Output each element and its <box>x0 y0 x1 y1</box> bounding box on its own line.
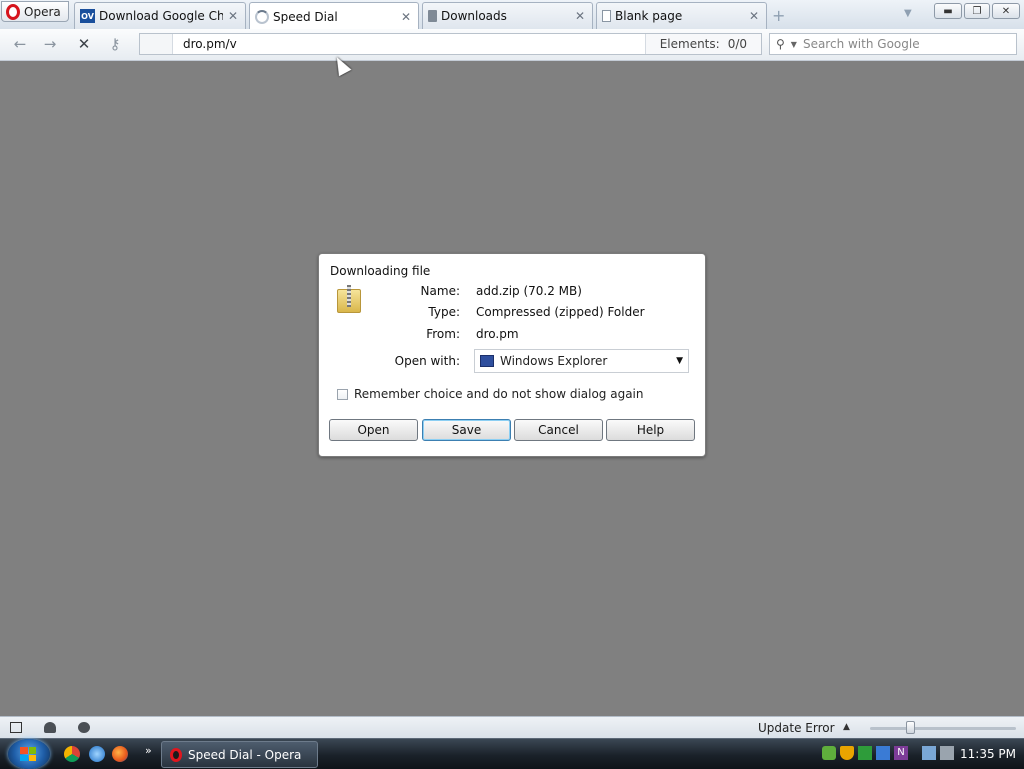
quick-launch-overflow-icon[interactable]: » <box>145 744 152 757</box>
opera-menu-button[interactable]: Opera <box>1 1 69 22</box>
taskbar: » Speed Dial - Opera N 11:35 PM <box>0 738 1024 769</box>
tab-label: Blank page <box>615 9 683 23</box>
restore-button[interactable]: ❐ <box>964 3 990 19</box>
address-url[interactable]: dro.pm/v <box>173 37 645 51</box>
dropdown-chevron-down-icon[interactable]: ▼ <box>676 356 683 366</box>
tab-speed-dial[interactable]: Speed Dial ✕ <box>249 2 419 30</box>
speedometer-icon[interactable] <box>78 722 90 733</box>
close-window-button[interactable]: ✕ <box>992 3 1020 19</box>
app-tray-icon[interactable] <box>876 746 890 760</box>
security-shield-icon[interactable] <box>840 746 854 760</box>
back-arrow-icon[interactable]: ← <box>10 35 30 53</box>
chrome-icon[interactable] <box>64 746 80 762</box>
onenote-icon[interactable]: N <box>894 746 908 760</box>
display-tray-icon[interactable] <box>922 746 936 760</box>
tab-list-chevron-down-icon[interactable]: ▼ <box>904 8 912 19</box>
taskbar-opera-window[interactable]: Speed Dial - Opera <box>161 741 318 768</box>
network-tray-icon[interactable] <box>822 746 836 760</box>
name-value: add.zip (70.2 MB) <box>476 284 582 298</box>
open-with-select[interactable]: Windows Explorer ▼ <box>474 349 689 373</box>
help-button[interactable]: Help <box>606 419 695 441</box>
open-button[interactable]: Open <box>329 419 418 441</box>
name-label: Name: <box>420 284 460 298</box>
search-field[interactable]: ⚲ ▼ Search with Google <box>769 33 1017 55</box>
update-status[interactable]: Update Error <box>758 721 835 735</box>
downloads-icon <box>428 10 437 22</box>
blank-page-icon <box>602 10 611 22</box>
close-tab-icon[interactable]: ✕ <box>227 9 239 23</box>
tab-label: Speed Dial <box>273 9 338 24</box>
download-dialog: Downloading file Name: add.zip (70.2 MB)… <box>318 253 706 457</box>
loading-spinner-icon <box>255 9 269 24</box>
navigation-bar: ← → ✕ ⚷ dro.pm/v Elements: 0/0 ⚲ ▼ Searc… <box>0 29 1024 61</box>
search-placeholder[interactable]: Search with Google <box>803 37 920 51</box>
volume-muted-icon[interactable] <box>940 746 954 760</box>
internet-explorer-icon[interactable] <box>89 746 105 762</box>
remember-choice-label[interactable]: Remember choice and do not show dialog a… <box>354 387 644 401</box>
opera-icon <box>170 747 182 762</box>
elements-value: 0/0 <box>727 37 747 51</box>
windows-explorer-icon <box>480 355 494 367</box>
zip-folder-icon <box>337 285 361 313</box>
cloud-icon[interactable] <box>44 722 56 733</box>
cancel-button[interactable]: Cancel <box>514 419 603 441</box>
close-icon: ✕ <box>1001 5 1011 17</box>
update-chevron-up-icon[interactable]: ▲ <box>843 722 850 732</box>
check-tray-icon[interactable] <box>858 746 872 760</box>
close-tab-icon[interactable]: ✕ <box>574 9 586 23</box>
status-bar: Update Error ▲ <box>0 716 1024 739</box>
dialog-title: Downloading file <box>330 264 431 278</box>
site-info-icon[interactable] <box>140 34 173 54</box>
from-value: dro.pm <box>476 327 519 341</box>
new-tab-button[interactable]: + <box>772 6 785 25</box>
minimize-button[interactable]: ▬ <box>934 3 962 19</box>
elements-counter: Elements: 0/0 <box>644 34 761 54</box>
address-field[interactable]: dro.pm/v Elements: 0/0 <box>139 33 762 55</box>
open-with-value: Windows Explorer <box>500 354 608 368</box>
zoom-slider-track[interactable] <box>870 727 1016 730</box>
stop-icon[interactable]: ✕ <box>74 35 94 53</box>
restore-icon: ❐ <box>972 5 982 17</box>
key-icon[interactable]: ⚷ <box>105 35 125 53</box>
remember-choice-option[interactable]: Remember choice and do not show dialog a… <box>337 387 644 401</box>
panel-toggle-icon[interactable] <box>10 722 22 733</box>
tab-bar: Opera OV Download Google Chr... ✕ Speed … <box>0 0 1024 30</box>
type-value: Compressed (zipped) Folder <box>476 305 645 319</box>
opera-logo-icon <box>6 3 20 20</box>
remember-choice-checkbox[interactable] <box>337 388 348 400</box>
windows-logo-icon <box>20 747 36 761</box>
firefox-icon[interactable] <box>112 746 128 762</box>
elements-label: Elements: <box>659 37 720 51</box>
zoom-slider-thumb[interactable] <box>906 721 915 734</box>
close-tab-icon[interactable]: ✕ <box>748 9 760 23</box>
search-engine-chevron-down-icon[interactable]: ▼ <box>791 40 797 49</box>
close-tab-icon[interactable]: ✕ <box>400 10 412 24</box>
tab-download-google-chrome[interactable]: OV Download Google Chr... ✕ <box>74 2 246 29</box>
tab-label: Download Google Chr... <box>99 9 223 23</box>
search-icon[interactable]: ⚲ <box>776 37 785 51</box>
save-button[interactable]: Save <box>422 419 511 441</box>
system-clock[interactable]: 11:35 PM <box>960 747 1016 761</box>
opera-menu-label: Opera <box>24 4 61 19</box>
tab-downloads[interactable]: Downloads ✕ <box>422 2 593 29</box>
from-label: From: <box>426 327 460 341</box>
open-with-label: Open with: <box>394 354 460 368</box>
tab-label: Downloads <box>441 9 507 23</box>
type-label: Type: <box>428 305 460 319</box>
forward-arrow-icon[interactable]: → <box>40 35 60 53</box>
minimize-icon: ▬ <box>943 5 953 17</box>
ov-site-icon: OV <box>80 9 95 23</box>
taskbar-window-label: Speed Dial - Opera <box>188 747 302 762</box>
tab-blank-page[interactable]: Blank page ✕ <box>596 2 767 29</box>
